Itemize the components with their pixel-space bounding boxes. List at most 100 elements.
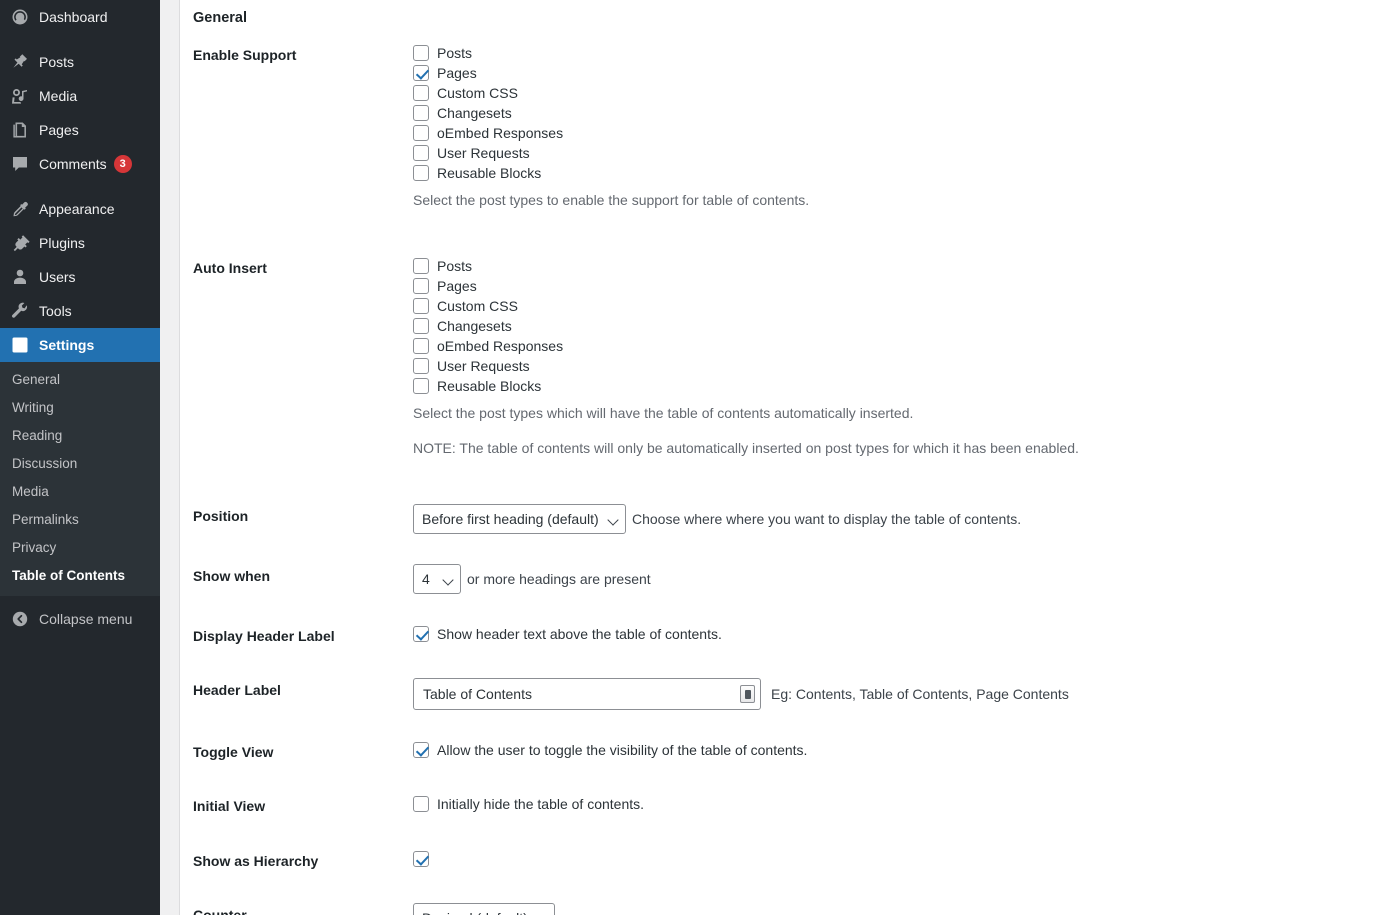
sidebar-item-discussion[interactable]: Discussion xyxy=(0,450,160,478)
checkbox-row[interactable]: Reusable Blocks xyxy=(413,163,1390,183)
header-label-hint: Eg: Contents, Table of Contents, Page Co… xyxy=(771,686,1069,703)
header-label-input[interactable] xyxy=(413,678,761,711)
sidebar-item-settings[interactable]: Settings xyxy=(0,328,168,362)
checkbox-row[interactable]: Pages xyxy=(413,276,1390,296)
label-auto-insert: Auto Insert xyxy=(193,259,267,276)
admin-page: Dashboard Posts Media Pages Comments 3 A… xyxy=(0,0,1400,915)
sidebar-item-privacy[interactable]: Privacy xyxy=(0,534,160,562)
enable-support-user-requests-checkbox[interactable] xyxy=(413,145,429,161)
sidebar-primary-menu: Dashboard Posts Media Pages Comments 3 A… xyxy=(0,0,168,362)
checkbox-label: User Requests xyxy=(437,145,530,161)
checkbox-row[interactable]: Initially hide the table of contents. xyxy=(413,794,1390,814)
sidebar-item-label: Plugins xyxy=(39,235,85,251)
collapse-menu-button[interactable]: Collapse menu xyxy=(0,602,160,636)
admin-sidebar: Dashboard Posts Media Pages Comments 3 A… xyxy=(0,0,168,915)
label-enable-support: Enable Support xyxy=(193,47,297,63)
auto-insert-pages-checkbox[interactable] xyxy=(413,277,429,294)
content-gutter xyxy=(160,0,180,915)
checkbox-row[interactable]: Custom CSS xyxy=(413,296,1390,316)
show-when-select[interactable]: 4 xyxy=(413,564,461,595)
checkbox-label: Changesets xyxy=(437,317,512,334)
checkbox-row[interactable]: User Requests xyxy=(413,143,1390,163)
enable-support-posts-checkbox[interactable] xyxy=(413,45,429,61)
settings-content: General Enable Support Posts Pages Custo… xyxy=(180,0,1400,915)
enable-support-reusable-blocks-checkbox[interactable] xyxy=(413,165,429,181)
checkbox-row[interactable]: oEmbed Responses xyxy=(413,123,1390,143)
auto-insert-reusable-blocks-checkbox[interactable] xyxy=(413,377,429,394)
auto-insert-oembed-responses-checkbox[interactable] xyxy=(413,337,429,354)
checkbox-row[interactable]: User Requests xyxy=(413,356,1390,376)
page-title: General xyxy=(193,10,247,26)
sidebar-item-dashboard[interactable]: Dashboard xyxy=(0,0,160,34)
auto-insert-note: NOTE: The table of contents will only be… xyxy=(413,440,1079,457)
sidebar-item-plugins[interactable]: Plugins xyxy=(0,226,160,260)
enable-support-pages-checkbox[interactable] xyxy=(413,65,429,81)
row-display-header-label: Display Header Label Show header text ab… xyxy=(180,609,1400,663)
checkbox-row[interactable]: Pages xyxy=(413,63,1390,83)
auto-insert-posts-checkbox[interactable] xyxy=(413,257,429,274)
checkbox-label: Initially hide the table of contents. xyxy=(437,796,645,813)
comments-icon xyxy=(10,154,30,174)
password-manager-icon[interactable] xyxy=(740,685,755,704)
label-show-as-hierarchy: Show as Hierarchy xyxy=(193,852,319,869)
sidebar-item-table-of-contents[interactable]: Table of Contents xyxy=(0,562,160,590)
row-initial-view: Initial View Initially hide the table of… xyxy=(180,779,1400,833)
checkbox-row[interactable]: oEmbed Responses xyxy=(413,336,1390,356)
comments-count-badge: 3 xyxy=(113,155,132,173)
checkbox-row[interactable] xyxy=(413,849,1390,869)
checkbox-label: Pages xyxy=(437,65,477,81)
checkbox-label: Changesets xyxy=(437,105,512,121)
counter-select[interactable]: Decimal (default) xyxy=(413,902,555,915)
checkbox-label: Allow the user to toggle the visibility … xyxy=(437,742,808,759)
position-select[interactable]: Before first heading (default) xyxy=(413,504,626,535)
checkbox-row[interactable]: Changesets xyxy=(413,103,1390,123)
sidebar-item-comments[interactable]: Comments 3 xyxy=(0,147,160,181)
auto-insert-description: Select the post types which will have th… xyxy=(413,404,914,421)
auto-insert-user-requests-checkbox[interactable] xyxy=(413,357,429,374)
header-label-input-wrap xyxy=(413,678,761,711)
show-when-select-wrap: 4 xyxy=(413,564,461,595)
auto-insert-changesets-checkbox[interactable] xyxy=(413,317,429,334)
show-as-hierarchy-checkbox[interactable] xyxy=(413,850,429,867)
sidebar-item-media[interactable]: Media xyxy=(0,79,160,113)
checkbox-row[interactable]: Allow the user to toggle the visibility … xyxy=(413,740,1390,760)
enable-support-description: Select the post types to enable the supp… xyxy=(413,192,810,208)
enable-support-oembed-responses-checkbox[interactable] xyxy=(413,125,429,141)
sidebar-item-permalinks[interactable]: Permalinks xyxy=(0,506,160,534)
initial-view-checkbox[interactable] xyxy=(413,796,429,813)
sidebar-item-media-settings[interactable]: Media xyxy=(0,478,160,506)
checkbox-row[interactable]: Posts xyxy=(413,43,1390,63)
checkbox-row[interactable]: Posts xyxy=(413,256,1390,276)
sidebar-item-label: Comments xyxy=(39,156,107,172)
settings-submenu: General Writing Reading Discussion Media… xyxy=(0,362,160,596)
checkbox-row[interactable]: Custom CSS xyxy=(413,83,1390,103)
sidebar-item-posts[interactable]: Posts xyxy=(0,45,160,79)
checkbox-row[interactable]: Reusable Blocks xyxy=(413,376,1390,396)
row-counter: Counter Decimal (default) xyxy=(180,888,1400,915)
settings-form-table: Enable Support Posts Pages Custom CSS Ch… xyxy=(180,28,1400,915)
auto-insert-custom-css-checkbox[interactable] xyxy=(413,297,429,314)
sidebar-item-writing[interactable]: Writing xyxy=(0,394,160,422)
checkbox-label: User Requests xyxy=(437,357,530,374)
sidebar-item-reading[interactable]: Reading xyxy=(0,422,160,450)
checkbox-row[interactable]: Show header text above the table of cont… xyxy=(413,624,1390,644)
checkbox-row[interactable]: Changesets xyxy=(413,316,1390,336)
toggle-view-checkbox[interactable] xyxy=(413,742,429,759)
collapse-arrow-icon xyxy=(10,609,30,629)
enable-support-custom-css-checkbox[interactable] xyxy=(413,85,429,101)
sidebar-item-pages[interactable]: Pages xyxy=(0,113,160,147)
sidebar-item-general[interactable]: General xyxy=(0,366,160,394)
display-header-label-checkbox[interactable] xyxy=(413,626,429,643)
row-enable-support: Enable Support Posts Pages Custom CSS Ch… xyxy=(180,28,1400,241)
enable-support-changesets-checkbox[interactable] xyxy=(413,105,429,121)
enable-support-checkbox-list: Posts Pages Custom CSS Changesets oEmbed… xyxy=(413,43,1390,183)
position-description: Choose where where you want to display t… xyxy=(632,511,1022,528)
sidebar-item-appearance[interactable]: Appearance xyxy=(0,192,160,226)
sidebar-item-users[interactable]: Users xyxy=(0,260,160,294)
sidebar-item-tools[interactable]: Tools xyxy=(0,294,160,328)
row-position: Position Before first heading (default) … xyxy=(180,489,1400,549)
row-header-label: Header Label Eg: Contents, Table of Cont… xyxy=(180,663,1400,725)
collapse-menu-label: Collapse menu xyxy=(39,611,133,627)
show-when-after-text: or more headings are present xyxy=(467,571,651,588)
sidebar-item-label: Tools xyxy=(39,303,72,319)
